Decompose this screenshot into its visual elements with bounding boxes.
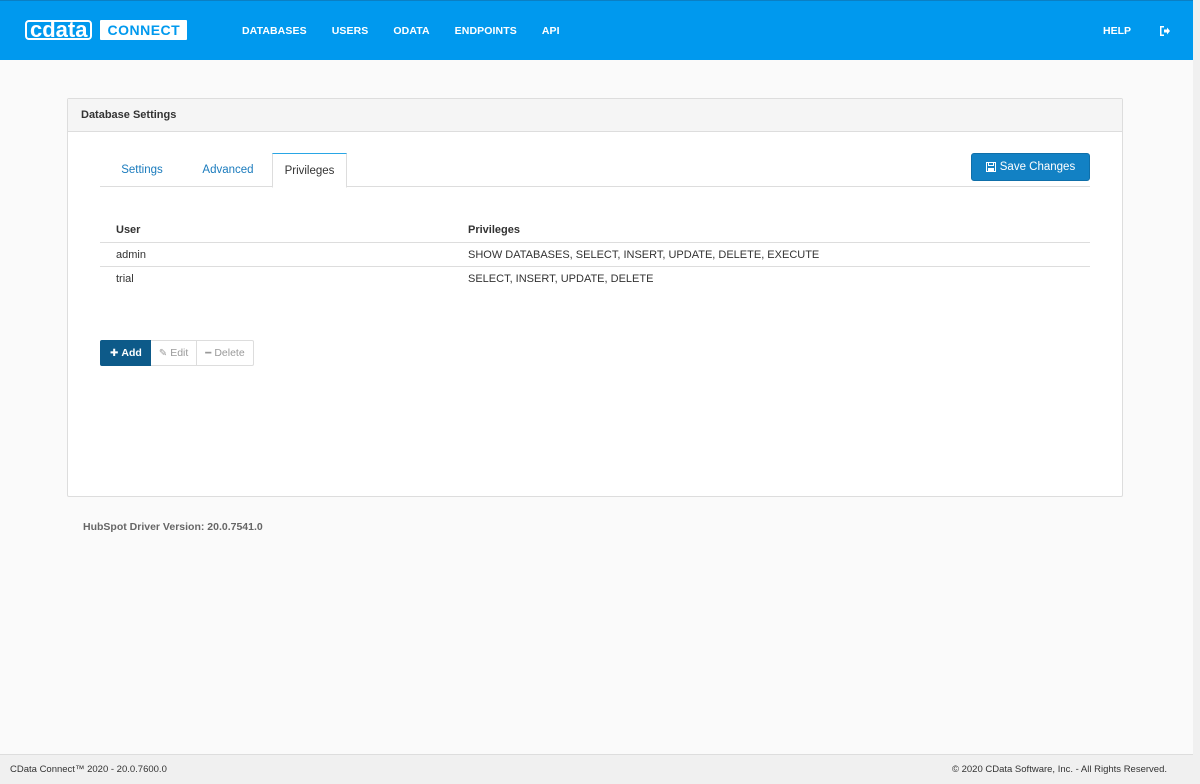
plus-icon: ✚ xyxy=(110,347,119,359)
row-actions: ✚ Add ✎ Edit ━ Delete xyxy=(100,340,254,366)
minus-icon: ━ xyxy=(205,347,212,359)
nav-api[interactable]: API xyxy=(542,25,560,37)
tab-settings[interactable]: Settings xyxy=(100,153,184,187)
save-changes-label: Save Changes xyxy=(999,161,1076,173)
row-privileges: SHOW DATABASES, SELECT, INSERT, UPDATE, … xyxy=(468,248,820,261)
edit-button[interactable]: ✎ Edit xyxy=(150,340,198,366)
column-header-user: User xyxy=(116,223,141,236)
logo-word: cdata xyxy=(25,19,93,41)
help-link[interactable]: HELP xyxy=(1103,25,1131,37)
driver-version: HubSpot Driver Version: 20.0.7541.0 xyxy=(83,521,263,533)
footer-version: CData Connect™ 2020 - 20.0.7600.0 xyxy=(10,764,167,775)
logo-product: CONNECT xyxy=(100,20,188,40)
settings-tabs: Settings Advanced Privileges xyxy=(100,153,1090,188)
tab-advanced[interactable]: Advanced xyxy=(184,153,272,187)
page-footer: CData Connect™ 2020 - 20.0.7600.0 © 2020… xyxy=(0,754,1193,784)
footer-copyright: © 2020 CData Software, Inc. - All Rights… xyxy=(951,764,1167,775)
nav-endpoints[interactable]: ENDPOINTS xyxy=(455,25,517,37)
edit-label: Edit xyxy=(170,347,189,359)
row-privileges: SELECT, INSERT, UPDATE, DELETE xyxy=(468,273,654,285)
table-row[interactable]: admin SHOW DATABASES, SELECT, INSERT, UP… xyxy=(100,243,1090,267)
sign-out-icon[interactable] xyxy=(1159,25,1171,37)
panel-title: Database Settings xyxy=(68,99,1122,132)
nav-users[interactable]: USERS xyxy=(332,25,369,37)
delete-label: Delete xyxy=(214,347,245,359)
row-user: trial xyxy=(116,273,134,285)
tab-privileges[interactable]: Privileges xyxy=(272,153,347,188)
row-user: admin xyxy=(116,248,146,261)
nav-odata[interactable]: ODATA xyxy=(393,25,429,37)
add-button[interactable]: ✚ Add xyxy=(100,340,151,366)
edit-icon: ✎ xyxy=(158,347,168,359)
column-header-privileges: Privileges xyxy=(468,223,520,236)
page-scrollbar[interactable] xyxy=(1193,0,1200,784)
top-navbar: cdata CONNECT DATABASES USERS ODATA ENDP… xyxy=(0,0,1193,60)
save-changes-button[interactable]: Save Changes xyxy=(971,153,1090,181)
database-settings-panel: Database Settings Settings Advanced Priv… xyxy=(67,98,1123,497)
add-label: Add xyxy=(121,347,142,359)
delete-button[interactable]: ━ Delete xyxy=(197,340,254,366)
nav-right: HELP xyxy=(1103,1,1171,61)
cdata-connect-logo[interactable]: cdata CONNECT xyxy=(25,19,188,41)
table-header: User Privileges xyxy=(100,217,1090,243)
floppy-disk-icon xyxy=(985,162,996,172)
nav-databases[interactable]: DATABASES xyxy=(242,25,307,37)
privileges-table: User Privileges admin SHOW DATABASES, SE… xyxy=(100,217,1090,291)
main-nav: DATABASES USERS ODATA ENDPOINTS API xyxy=(242,1,585,61)
table-row[interactable]: trial SELECT, INSERT, UPDATE, DELETE xyxy=(100,267,1090,291)
